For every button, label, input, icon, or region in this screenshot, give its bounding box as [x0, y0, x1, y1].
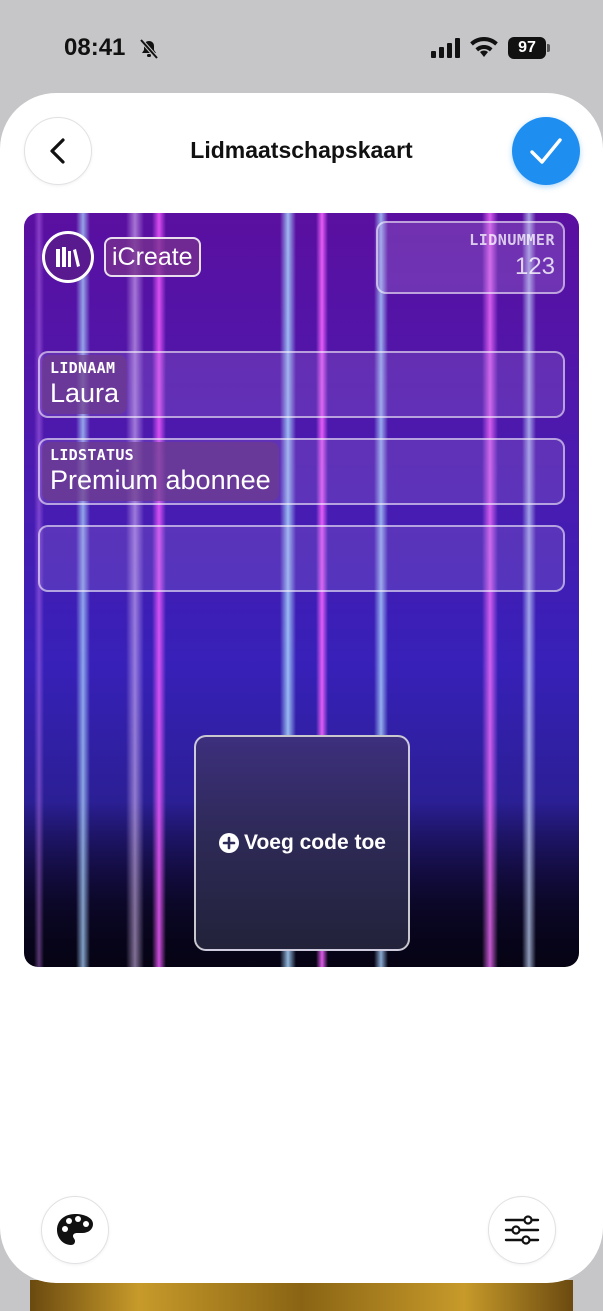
checkmark-icon	[530, 138, 562, 164]
theme-button[interactable]	[41, 1196, 109, 1264]
battery-icon: 97	[508, 37, 546, 59]
status-time: 08:41	[64, 34, 126, 61]
settings-button[interactable]	[488, 1196, 556, 1264]
member-number-label: LIDNUMMER	[469, 231, 555, 249]
add-code-button[interactable]: Voeg code toe	[194, 735, 410, 951]
status-bar: 08:41 97	[0, 0, 603, 95]
plus-circle-icon	[219, 833, 240, 853]
member-status-field[interactable]: LIDSTATUS Premium abonnee	[38, 438, 565, 505]
field-chip: LIDNAAM Laura	[42, 355, 128, 414]
cellular-signal-icon	[431, 38, 460, 58]
palette-icon	[57, 1214, 93, 1245]
battery-level: 97	[518, 39, 536, 56]
member-name-value: Laura	[50, 378, 120, 408]
membership-card: iCreate LIDNUMMER 123 LIDNAAM Laura LIDS…	[24, 213, 579, 967]
field-chip: LIDSTATUS Premium abonnee	[42, 442, 279, 501]
books-icon	[56, 247, 80, 267]
wifi-icon	[470, 37, 498, 57]
logo[interactable]	[42, 231, 94, 283]
member-name-label: LIDNAAM	[50, 359, 116, 377]
member-status-value: Premium abonnee	[50, 465, 271, 495]
brand-name[interactable]: iCreate	[104, 237, 201, 277]
member-status-label: LIDSTATUS	[50, 446, 134, 464]
sliders-icon	[504, 1215, 540, 1245]
confirm-button[interactable]	[512, 117, 580, 185]
member-number-field[interactable]: LIDNUMMER 123	[376, 221, 565, 294]
member-name-field[interactable]: LIDNAAM Laura	[38, 351, 565, 418]
bell-slash-icon	[139, 38, 159, 60]
empty-field[interactable]	[38, 525, 565, 592]
add-code-label: Voeg code toe	[244, 831, 386, 854]
background-strip	[30, 1280, 573, 1311]
member-number-value: 123	[514, 253, 555, 280]
battery-nub	[547, 44, 550, 52]
edit-sheet: Lidmaatschapskaart iCreate LIDNUMMER 123	[0, 93, 603, 1283]
